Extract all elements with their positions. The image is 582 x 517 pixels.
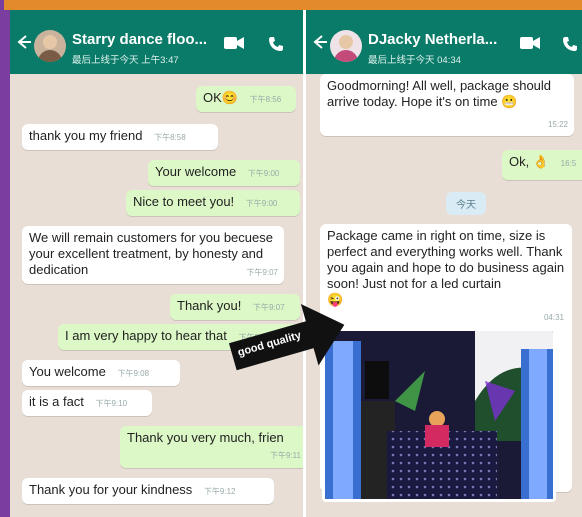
message-text: Ok, [509,154,530,169]
message-time: 下午8:58 [154,133,186,142]
message-text: Thank you! [177,298,242,313]
message-text: thank you my friend [29,128,143,143]
message-bubble-outgoing[interactable]: OK😊 下午8:56 [196,86,296,112]
message-text: Your welcome [155,164,237,179]
emoji: 😜 [327,292,344,307]
emoji: 😊 [221,90,238,105]
message-text: Goodmorning! All well, package should ar… [327,78,552,109]
chat-header: Starry dance floo... 最后上线于今天 上午3:47 [10,10,308,74]
chat-window-left: Starry dance floo... 最后上线于今天 上午3:47 OK😊 … [10,10,308,517]
last-seen-status: 最后上线于今天 04:34 [368,55,461,66]
message-bubble-incoming[interactable]: We will remain customers for you becuese… [22,226,284,284]
message-text: Package came in right on time, size is p… [327,228,565,291]
message-time: 下午8:56 [249,95,282,104]
message-bubble-outgoing[interactable]: Ok, 👌 16:5 [502,150,582,180]
message-text: Nice to meet you! [133,194,235,209]
message-text: OK [203,90,222,105]
message-time: 下午9:12 [203,487,236,496]
back-arrow-icon[interactable] [16,34,32,54]
message-time: 下午9:00 [245,199,278,208]
background-accent-strip [4,0,582,10]
message-time: 下午9:10 [95,399,128,408]
avatar[interactable] [34,30,66,62]
message-time: 04:31 [543,313,564,322]
message-time: 16:5 [560,159,577,168]
back-arrow-icon[interactable] [312,34,328,54]
message-bubble-outgoing[interactable]: Thank you very much, frien 下午9:11 [120,426,308,468]
message-bubble-incoming[interactable]: thank you my friend 下午8:58 [22,124,218,150]
message-bubble-incoming[interactable]: it is a fact 下午9:10 [22,390,152,416]
photo-attachment[interactable] [322,328,556,502]
message-list: Goodmorning! All well, package should ar… [306,74,582,517]
message-bubble-incoming[interactable]: Thank you for your kindness 下午9:12 [22,478,274,504]
message-list: OK😊 下午8:56 thank you my friend 下午8:58 Yo… [10,74,308,517]
contact-name[interactable]: DJacky Netherla... [368,31,497,48]
message-time: 15:22 [547,120,568,129]
message-bubble-incoming[interactable]: Goodmorning! All well, package should ar… [320,74,574,136]
phone-icon[interactable] [268,36,284,57]
emoji: 👌 [532,154,550,169]
message-bubble-outgoing[interactable]: Nice to meet you! 下午9:00 [126,190,300,216]
phone-icon[interactable] [562,36,578,57]
chat-window-right: DJacky Netherla... 最后上线于今天 04:34 Goodmor… [303,10,582,517]
date-separator: 今天 [446,192,486,215]
message-text: Thank you very much, frien [127,430,284,445]
emoji: 😬 [501,94,518,109]
message-text: You welcome [29,364,106,379]
contact-name[interactable]: Starry dance floo... [72,31,207,48]
message-time: 下午9:11 [270,451,301,460]
last-seen-status: 最后上线于今天 上午3:47 [72,55,179,66]
message-text: it is a fact [29,394,84,409]
message-bubble-incoming[interactable]: You welcome 下午9:08 [22,360,180,386]
video-call-icon[interactable] [224,36,244,55]
message-text: Thank you for your kindness [29,482,193,497]
chat-header: DJacky Netherla... 最后上线于今天 04:34 [306,10,582,74]
avatar[interactable] [330,30,362,62]
message-time: 下午9:08 [117,369,150,378]
message-time: 下午9:00 [247,169,280,178]
message-text: We will remain customers for you becuese… [29,230,273,277]
message-text: I am very happy to hear that [65,328,227,343]
message-bubble-outgoing[interactable]: Your welcome 下午9:00 [148,160,300,186]
message-time: 下午9:07 [246,268,278,277]
video-call-icon[interactable] [520,36,540,55]
